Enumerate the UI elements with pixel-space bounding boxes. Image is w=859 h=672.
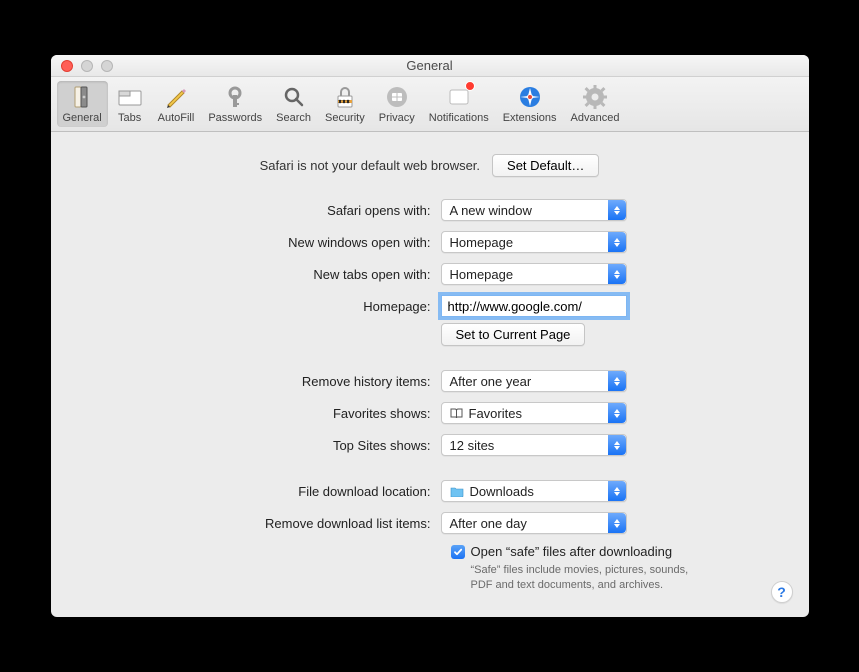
chevron-updown-icon xyxy=(608,403,626,423)
label-download-location: File download location: xyxy=(81,484,441,499)
open-safe-row: Open “safe” files after downloading xyxy=(451,544,779,559)
open-safe-checkbox[interactable] xyxy=(451,545,465,559)
preferences-window: General General Tabs AutoFill Passwords xyxy=(51,55,809,617)
toolbar-tab-privacy[interactable]: Privacy xyxy=(373,81,421,127)
toolbar-tab-extensions[interactable]: Extensions xyxy=(497,81,563,127)
toolbar-tab-general[interactable]: General xyxy=(57,81,108,127)
chevron-updown-icon xyxy=(608,232,626,252)
set-default-button[interactable]: Set Default… xyxy=(492,154,599,177)
select-top-sites[interactable]: 12 sites xyxy=(441,434,627,456)
select-remove-history[interactable]: After one year xyxy=(441,370,627,392)
toolbar-tab-tabs[interactable]: Tabs xyxy=(110,81,150,127)
select-opens-with[interactable]: A new window xyxy=(441,199,627,221)
toolbar-label: Notifications xyxy=(429,112,489,124)
select-remove-downloads[interactable]: After one day xyxy=(441,512,627,534)
open-safe-help: “Safe” files include movies, pictures, s… xyxy=(471,563,701,593)
label-new-tabs: New tabs open with: xyxy=(81,267,441,282)
minimize-window-button[interactable] xyxy=(81,60,93,72)
open-safe-label: Open “safe” files after downloading xyxy=(471,544,673,559)
toolbar-label: Privacy xyxy=(379,112,415,124)
toolbar-label: Search xyxy=(276,112,311,124)
titlebar: General xyxy=(51,55,809,77)
general-icon xyxy=(68,83,96,111)
label-remove-downloads: Remove download list items: xyxy=(81,516,441,531)
search-icon xyxy=(280,83,308,111)
chevron-updown-icon xyxy=(608,264,626,284)
select-value: A new window xyxy=(450,203,532,218)
folder-icon xyxy=(450,486,464,497)
toolbar-tab-advanced[interactable]: Advanced xyxy=(565,81,626,127)
extensions-icon xyxy=(516,83,544,111)
chevron-updown-icon xyxy=(608,513,626,533)
label-homepage: Homepage: xyxy=(81,299,441,314)
select-value: Downloads xyxy=(470,484,534,499)
close-window-button[interactable] xyxy=(61,60,73,72)
chevron-updown-icon xyxy=(608,371,626,391)
label-remove-history: Remove history items: xyxy=(81,374,441,389)
security-icon xyxy=(331,83,359,111)
toolbar-label: General xyxy=(63,112,102,124)
tabs-icon xyxy=(116,83,144,111)
toolbar-tab-search[interactable]: Search xyxy=(270,81,317,127)
toolbar-label: Extensions xyxy=(503,112,557,124)
homepage-input[interactable] xyxy=(441,295,627,317)
advanced-icon xyxy=(581,83,609,111)
select-value: After one year xyxy=(450,374,532,389)
toolbar-label: Security xyxy=(325,112,365,124)
select-new-windows[interactable]: Homepage xyxy=(441,231,627,253)
notifications-icon xyxy=(445,83,473,111)
window-controls xyxy=(51,60,113,72)
label-favorites-shows: Favorites shows: xyxy=(81,406,441,421)
help-icon: ? xyxy=(777,584,786,600)
autofill-icon xyxy=(162,83,190,111)
window-title: General xyxy=(51,58,809,73)
select-download-location[interactable]: Downloads xyxy=(441,480,627,502)
toolbar-label: Tabs xyxy=(118,112,141,124)
select-value: After one day xyxy=(450,516,527,531)
passwords-icon xyxy=(221,83,249,111)
chevron-updown-icon xyxy=(608,200,626,220)
notification-badge-icon xyxy=(465,81,475,91)
toolbar-tab-autofill[interactable]: AutoFill xyxy=(152,81,201,127)
chevron-updown-icon xyxy=(608,435,626,455)
select-value: 12 sites xyxy=(450,438,495,453)
select-value: Homepage xyxy=(450,235,514,250)
book-icon xyxy=(450,408,463,419)
select-value: Favorites xyxy=(469,406,522,421)
label-new-windows: New windows open with: xyxy=(81,235,441,250)
label-top-sites: Top Sites shows: xyxy=(81,438,441,453)
set-current-page-button[interactable]: Set to Current Page xyxy=(441,323,586,346)
preferences-toolbar: General Tabs AutoFill Passwords Search xyxy=(51,77,809,132)
select-new-tabs[interactable]: Homepage xyxy=(441,263,627,285)
zoom-window-button[interactable] xyxy=(101,60,113,72)
select-value: Homepage xyxy=(450,267,514,282)
toolbar-tab-notifications[interactable]: Notifications xyxy=(423,81,495,127)
default-browser-message: Safari is not your default web browser. xyxy=(260,158,480,173)
toolbar-label: AutoFill xyxy=(158,112,195,124)
toolbar-label: Advanced xyxy=(571,112,620,124)
toolbar-tab-passwords[interactable]: Passwords xyxy=(202,81,268,127)
label-opens-with: Safari opens with: xyxy=(81,203,441,218)
help-button[interactable]: ? xyxy=(771,581,793,603)
chevron-updown-icon xyxy=(608,481,626,501)
content-pane: Safari is not your default web browser. … xyxy=(51,132,809,617)
default-browser-banner: Safari is not your default web browser. … xyxy=(81,154,779,177)
toolbar-label: Passwords xyxy=(208,112,262,124)
privacy-icon xyxy=(383,83,411,111)
select-favorites-shows[interactable]: Favorites xyxy=(441,402,627,424)
toolbar-tab-security[interactable]: Security xyxy=(319,81,371,127)
